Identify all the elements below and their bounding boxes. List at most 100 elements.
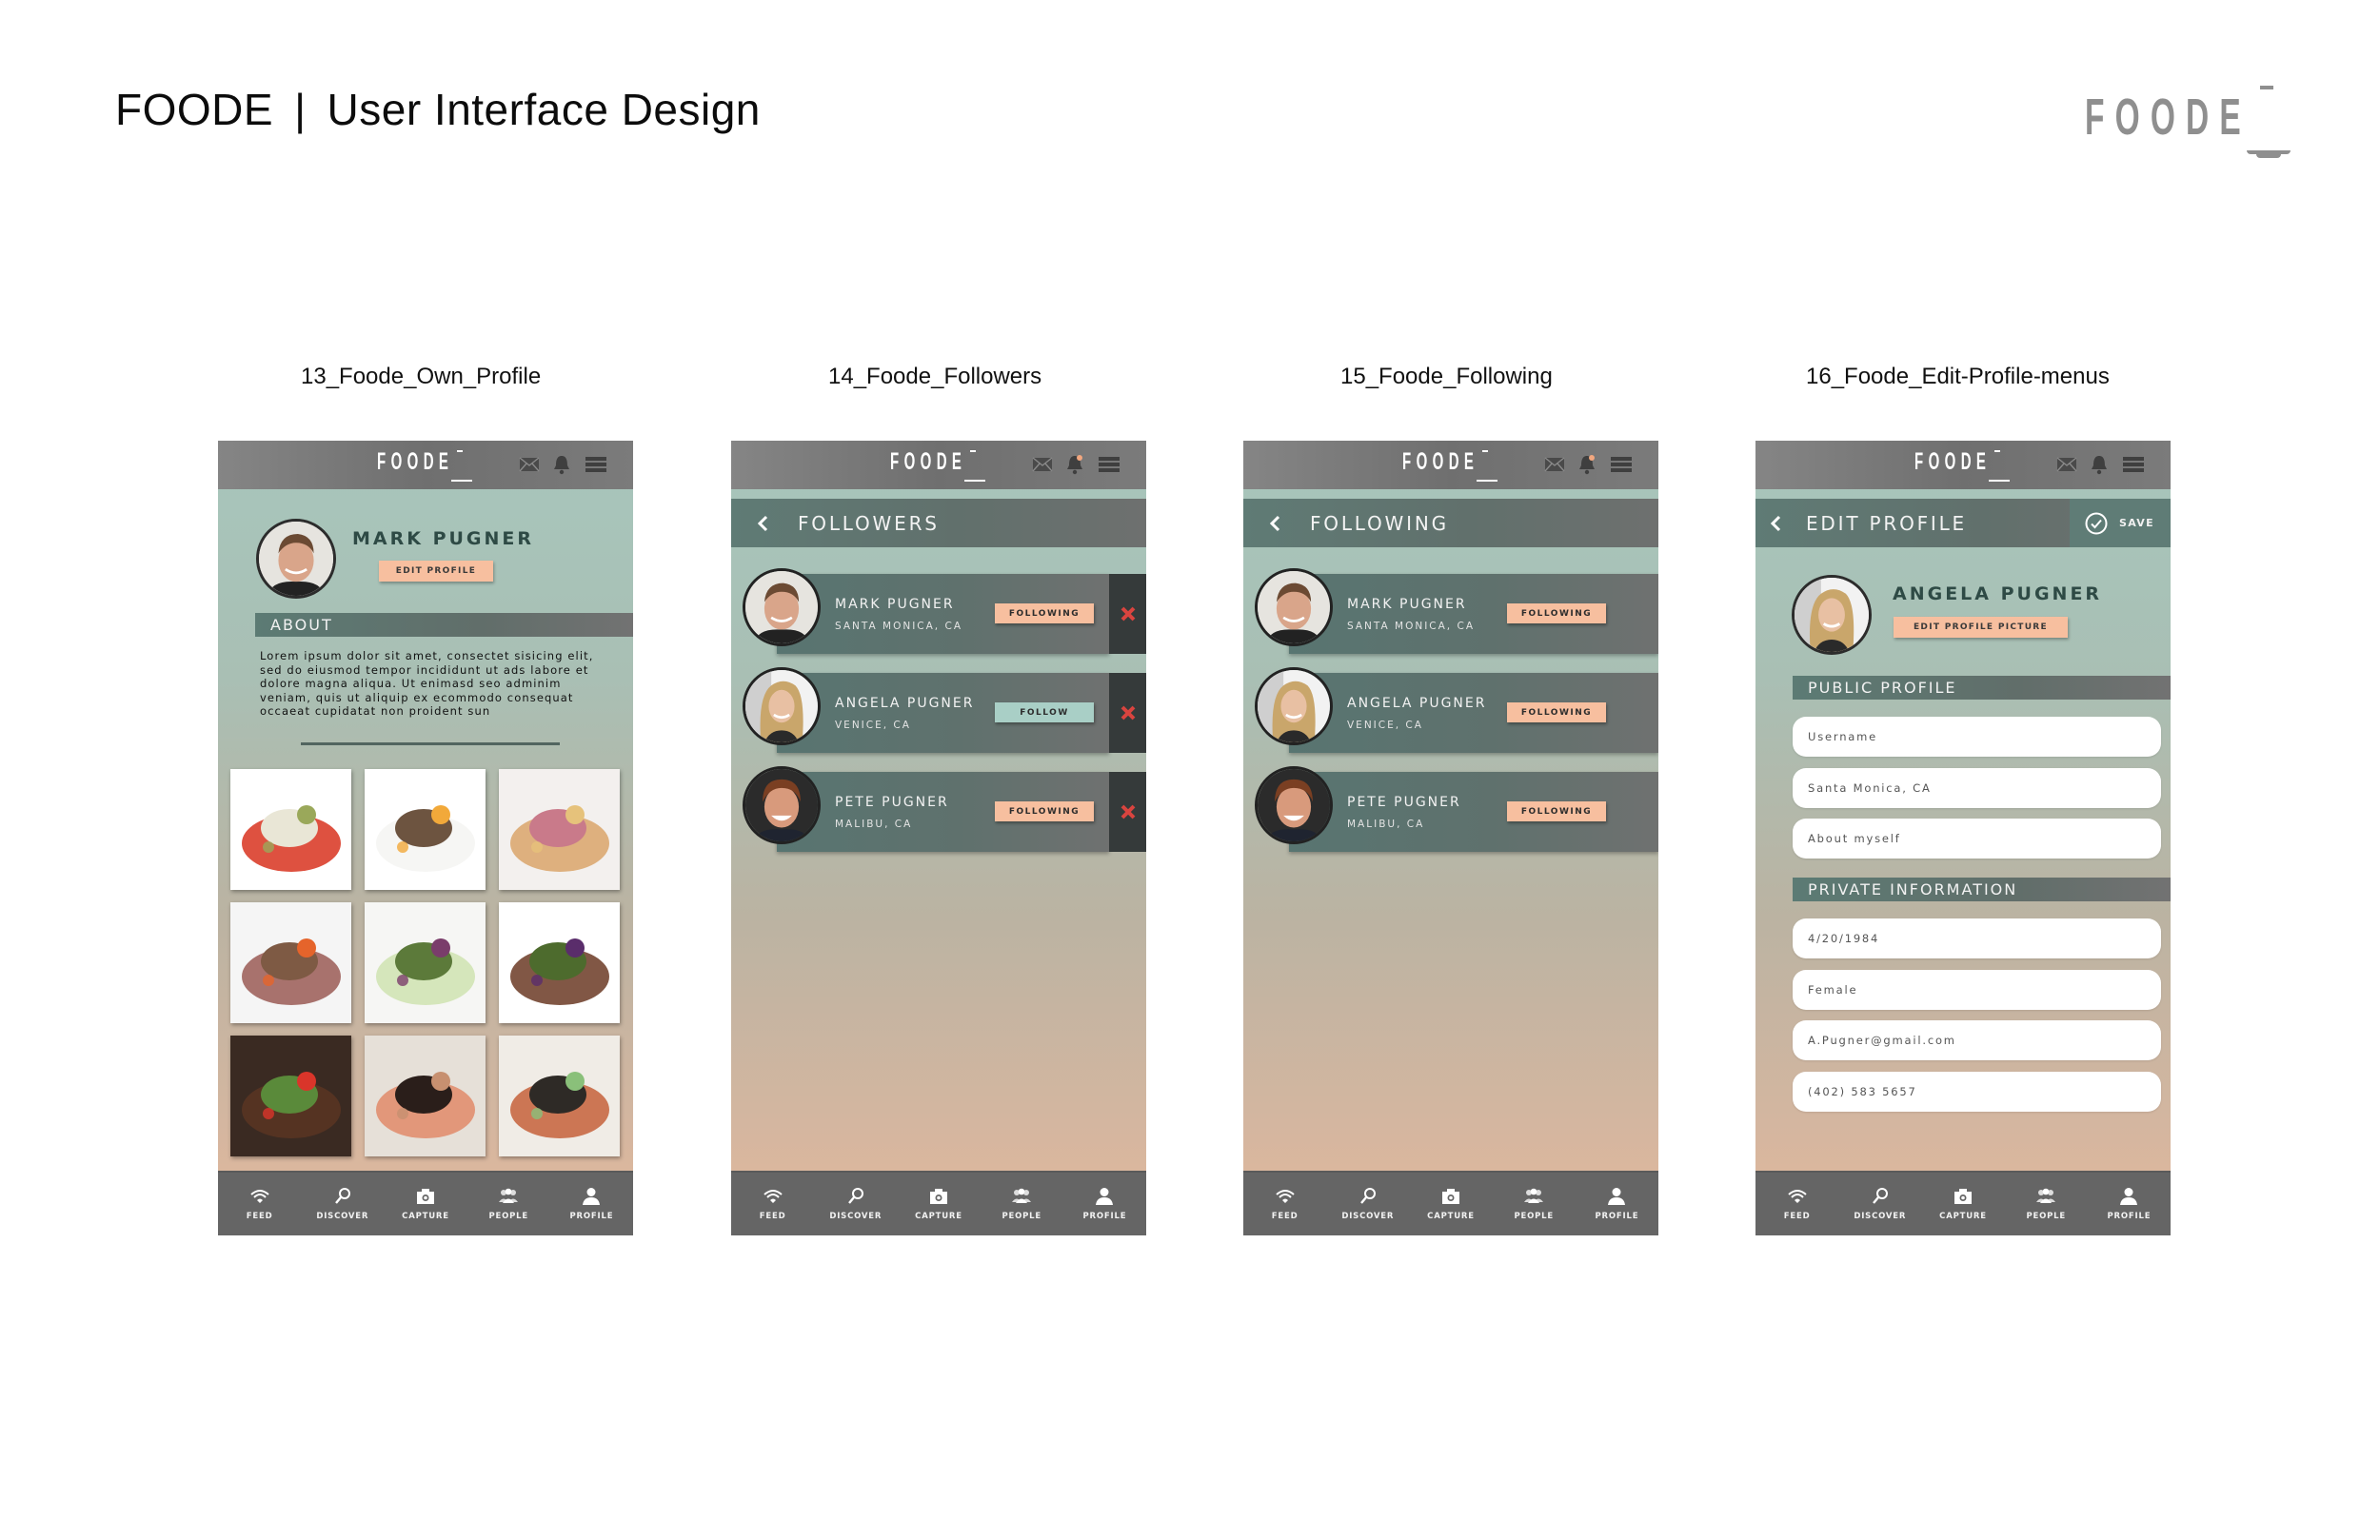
following-button[interactable]: FOLLOWING [1507,603,1606,623]
bell-icon[interactable] [1066,454,1083,475]
mail-icon[interactable] [1544,454,1565,475]
tab-people[interactable]: PEOPLE [1493,1173,1576,1235]
user-avatar[interactable] [743,766,821,844]
hamburger-menu-icon[interactable] [1099,454,1120,475]
screen-caption: 16_Foode_Edit-Profile-menus [1806,364,2110,389]
tab-profile[interactable]: PROFILE [550,1173,633,1235]
app-logo[interactable]: FOODE [377,448,472,486]
save-button[interactable]: SAVE [2070,499,2171,547]
tab-label: PEOPLE [488,1212,528,1221]
remove-follower-button[interactable] [1109,772,1146,852]
user-list-item[interactable]: PETE PUGNER MALIBU, CA FOLLOWING [731,766,1146,852]
tab-label: FEED [1271,1212,1299,1221]
profile-field-input[interactable] [1793,969,2161,1010]
app-logo[interactable]: FOODE [1402,448,1497,486]
hamburger-menu-icon[interactable] [1611,454,1632,475]
profile-field-input[interactable] [1793,1020,2161,1060]
user-avatar[interactable] [743,667,821,745]
following-button[interactable]: FOLLOWING [995,801,1094,821]
profile-field-input[interactable] [1793,717,2161,757]
mail-icon[interactable] [2056,454,2077,475]
remove-follower-button[interactable] [1109,574,1146,654]
tab-feed[interactable]: FEED [1755,1173,1838,1235]
tab-people[interactable]: PEOPLE [2005,1173,2088,1235]
food-photo[interactable] [365,769,486,890]
follow-button[interactable]: FOLLOW [995,702,1094,722]
user-name: MARK PUGNER [835,597,955,612]
edit-profile-button[interactable]: EDIT PROFILE [379,561,493,582]
user-list-item[interactable]: PETE PUGNER MALIBU, CA FOLLOWING [1243,766,1658,852]
logo-plate-icon [451,480,472,482]
logo-plate-icon [2247,150,2291,158]
bell-icon[interactable] [1578,454,1596,475]
tab-profile[interactable]: PROFILE [2088,1173,2171,1235]
back-chevron-icon[interactable] [1268,515,1281,532]
header-title: FOLLOWERS [798,512,940,535]
user-list-item[interactable]: ANGELA PUGNER VENICE, CA FOLLOW [731,667,1146,753]
following-header: FOLLOWING [1243,499,1658,547]
tab-discover[interactable]: DISCOVER [814,1173,897,1235]
tab-profile[interactable]: PROFILE [1063,1173,1146,1235]
food-photo[interactable] [499,769,620,890]
notification-dot [1077,455,1082,461]
following-button[interactable]: FOLLOWING [995,603,1094,623]
user-list-item[interactable]: MARK PUGNER SANTA MONICA, CA FOLLOWING [1243,568,1658,654]
following-button[interactable]: FOLLOWING [1507,801,1606,821]
user-avatar[interactable] [743,568,821,646]
bell-icon[interactable] [553,454,570,475]
following-button[interactable]: FOLLOWING [1507,702,1606,722]
profile-avatar[interactable] [1792,575,1872,655]
tab-discover[interactable]: DISCOVER [1838,1173,1921,1235]
user-avatar[interactable] [1255,766,1333,844]
app-logo[interactable]: FOODE [890,448,985,486]
profile-field-input[interactable] [1793,819,2161,859]
tab-discover[interactable]: DISCOVER [301,1173,384,1235]
food-photo[interactable] [230,1036,351,1156]
food-photo[interactable] [230,902,351,1023]
food-photo[interactable] [499,1036,620,1156]
food-photo[interactable] [230,769,351,890]
tab-profile[interactable]: PROFILE [1576,1173,1658,1235]
profile-field-input[interactable] [1793,918,2161,958]
user-location: SANTA MONICA, CA [1347,621,1475,632]
profile-field-input[interactable] [1793,767,2161,808]
food-photo[interactable] [499,902,620,1023]
tab-feed[interactable]: FEED [218,1173,301,1235]
tab-people[interactable]: PEOPLE [467,1173,550,1235]
wifi-icon [763,1190,783,1203]
back-chevron-icon[interactable] [756,515,769,532]
user-avatar[interactable] [1255,667,1333,745]
tab-capture[interactable]: CAPTURE [1921,1173,2004,1235]
tab-capture[interactable]: CAPTURE [384,1173,466,1235]
edit-profile-picture-button[interactable]: EDIT PROFILE PICTURE [1894,617,2068,638]
food-photo[interactable] [365,1036,486,1156]
remove-follower-button[interactable] [1109,673,1146,753]
tab-label: PEOPLE [1514,1212,1554,1221]
phone-screen-following: FOODE FOLLOWING MARK PUGNER SANTA MONICA,… [1243,441,1658,1235]
user-list-item[interactable]: ANGELA PUGNER VENICE, CA FOLLOWING [1243,667,1658,753]
app-topbar: FOODE [1243,441,1658,489]
food-photo[interactable] [365,902,486,1023]
tab-capture[interactable]: CAPTURE [1409,1173,1492,1235]
mail-icon[interactable] [519,454,540,475]
hamburger-menu-icon[interactable] [585,454,606,475]
app-logo-text: FOODE [890,448,967,475]
hamburger-menu-icon[interactable] [2123,454,2144,475]
check-circle-icon [2085,512,2108,535]
logo-macron [1994,450,2000,452]
back-chevron-icon[interactable] [1769,515,1782,532]
app-logo[interactable]: FOODE [1914,448,2010,486]
mail-icon[interactable] [1032,454,1053,475]
user-avatar[interactable] [1255,568,1333,646]
phone-screen-own-profile: FOODE MARK PUGNER EDIT PROFILE ABOUT Lor… [218,441,633,1235]
tab-people[interactable]: PEOPLE [981,1173,1063,1235]
page-title-brand: FOODE [115,85,274,134]
profile-field-input[interactable] [1793,1071,2161,1112]
profile-avatar[interactable] [256,519,336,599]
tab-discover[interactable]: DISCOVER [1326,1173,1409,1235]
tab-capture[interactable]: CAPTURE [897,1173,980,1235]
tab-feed[interactable]: FEED [1243,1173,1326,1235]
user-list-item[interactable]: MARK PUGNER SANTA MONICA, CA FOLLOWING [731,568,1146,654]
bell-icon[interactable] [2091,454,2108,475]
tab-feed[interactable]: FEED [731,1173,814,1235]
